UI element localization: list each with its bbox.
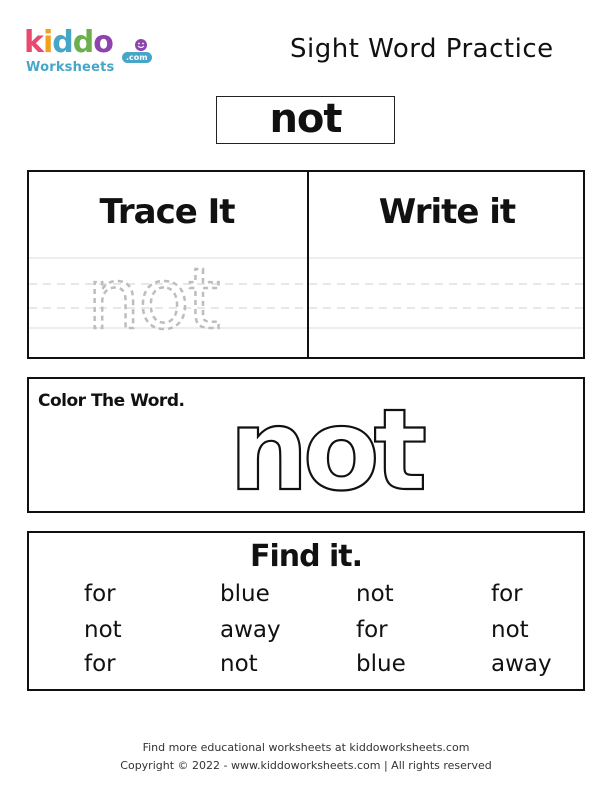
trace-heading: Trace It	[99, 192, 235, 232]
find-word-item: away	[220, 617, 281, 643]
color-instruction: Color The Word.	[38, 391, 185, 411]
color-word-panel: Color The Word. not	[27, 377, 585, 513]
logo-subtitle: Worksheets	[26, 60, 115, 75]
find-word-item: blue	[356, 651, 406, 677]
find-heading: Find it.	[249, 539, 363, 574]
logo-letter: o	[93, 25, 114, 60]
find-word-item: for	[491, 581, 523, 607]
smile-icon	[135, 39, 147, 51]
trace-word-text: not	[87, 252, 219, 332]
find-word-item: not	[220, 651, 258, 677]
find-word-item: blue	[220, 581, 270, 607]
footer-line-1: Find more educational worksheets at kidd…	[142, 741, 470, 754]
logo-domain-badge: .com	[122, 52, 152, 63]
logo-letter: d	[52, 25, 74, 60]
outline-word: not	[229, 389, 432, 499]
panel-divider	[307, 172, 309, 357]
sight-word: not	[269, 96, 342, 142]
page-title: Sight Word Practice	[290, 34, 554, 64]
footer-copyright: Copyright © 2022 - www.kiddoworksheets.c…	[120, 759, 492, 772]
find-word-item: for	[356, 617, 388, 643]
logo-wordmark: kiddo	[24, 25, 114, 60]
find-word-item: away	[491, 651, 552, 677]
outline-word-text: not	[229, 389, 425, 499]
find-word-item: not	[491, 617, 529, 643]
find-word-item: for	[84, 651, 116, 677]
find-word-item: not	[84, 617, 122, 643]
write-heading: Write it	[378, 192, 516, 232]
sight-word-box: not	[216, 96, 395, 144]
find-word-item: for	[84, 581, 116, 607]
trace-write-panel: Trace It Write it not	[27, 170, 585, 359]
kiddo-logo: kiddo Worksheets .com	[24, 25, 154, 78]
logo-letter: i	[42, 25, 53, 60]
logo-letter: d	[72, 25, 95, 60]
find-word-item: not	[356, 581, 394, 607]
logo-letter: k	[24, 25, 44, 60]
trace-word-dotted: not	[87, 252, 222, 332]
find-word-panel: Find it. for blue not for not away for n…	[27, 531, 585, 691]
